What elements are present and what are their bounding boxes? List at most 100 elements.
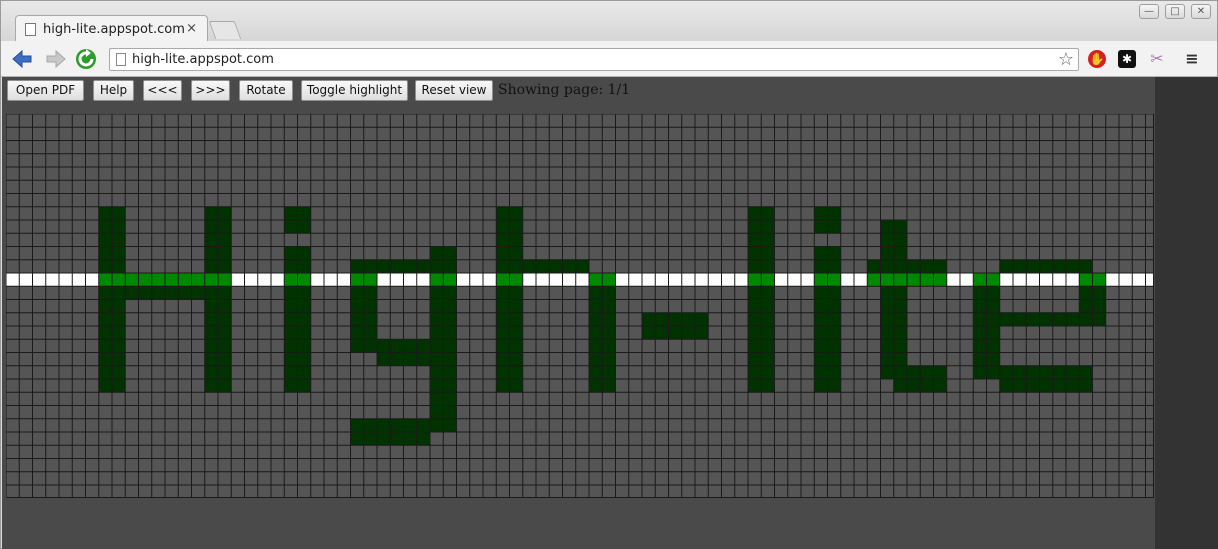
glyph-cell bbox=[1079, 259, 1093, 273]
tab-active[interactable]: high-lite.appspot.com × bbox=[15, 15, 208, 43]
glyph-cell bbox=[204, 379, 218, 393]
glyph-cell bbox=[403, 339, 417, 353]
glyph-cell bbox=[284, 286, 298, 300]
glyph-cell bbox=[973, 326, 987, 340]
glyph-cell bbox=[218, 286, 232, 300]
glyph-cell bbox=[814, 286, 828, 300]
glyph-cell bbox=[642, 326, 656, 340]
maximize-button[interactable]: □ bbox=[1165, 4, 1185, 19]
forward-button[interactable] bbox=[43, 47, 69, 71]
glyph-cell bbox=[893, 273, 907, 287]
glyph-cell bbox=[589, 273, 603, 287]
page-favicon-icon bbox=[25, 23, 36, 36]
highlight-cell bbox=[1145, 273, 1154, 287]
glyph-cell bbox=[893, 379, 907, 393]
glyph-cell bbox=[999, 365, 1013, 379]
rotate-button[interactable]: Rotate bbox=[239, 80, 293, 101]
glyph-cell bbox=[496, 299, 510, 313]
reload-button[interactable] bbox=[74, 47, 100, 71]
adblock-extension-icon[interactable]: ✋ bbox=[1088, 50, 1106, 68]
back-button[interactable] bbox=[11, 47, 37, 71]
glyph-cell bbox=[297, 379, 311, 393]
tools-extension-icon[interactable]: ✂ bbox=[1148, 50, 1166, 68]
highlight-cell bbox=[45, 273, 59, 287]
glyph-cell bbox=[443, 312, 457, 326]
glyph-cell bbox=[827, 259, 841, 273]
prev-page-button[interactable]: <<< bbox=[143, 80, 182, 101]
glyph-cell bbox=[98, 233, 112, 247]
glyph-cell bbox=[761, 326, 775, 340]
glyph-cell bbox=[814, 312, 828, 326]
reload-icon bbox=[76, 49, 96, 69]
next-page-button[interactable]: >>> bbox=[191, 80, 230, 101]
address-bar[interactable]: high-lite.appspot.com ☆ bbox=[109, 48, 1079, 71]
glyph-cell bbox=[165, 273, 179, 287]
highlight-cell bbox=[390, 273, 404, 287]
tab-close-icon[interactable]: × bbox=[186, 21, 197, 36]
glyph-cell bbox=[284, 379, 298, 393]
glyph-cell bbox=[602, 379, 616, 393]
highlight-cell bbox=[310, 273, 324, 287]
glyph-cell bbox=[430, 299, 444, 313]
glyph-cell bbox=[695, 326, 709, 340]
close-window-button[interactable]: ✕ bbox=[1191, 4, 1211, 19]
help-button[interactable]: Help bbox=[93, 80, 134, 101]
glyph-cell bbox=[284, 312, 298, 326]
glyph-cell bbox=[880, 220, 894, 234]
glyph-cell bbox=[430, 312, 444, 326]
glyph-cell bbox=[893, 286, 907, 300]
highlight-cell bbox=[721, 273, 735, 287]
glyph-cell bbox=[509, 339, 523, 353]
highlight-cell bbox=[575, 273, 589, 287]
glyph-cell bbox=[536, 259, 550, 273]
browser-window: high-lite.appspot.com × — □ ✕ high-lite.… bbox=[0, 0, 1218, 549]
glyph-cell bbox=[430, 379, 444, 393]
menu-icon[interactable]: ≡ bbox=[1183, 50, 1201, 68]
glyph-cell bbox=[390, 339, 404, 353]
glyph-cell bbox=[827, 273, 841, 287]
glyph-cell bbox=[218, 379, 232, 393]
bookmark-star-icon[interactable]: ☆ bbox=[1058, 49, 1074, 70]
highlight-cell bbox=[32, 273, 46, 287]
glyph-cell bbox=[814, 259, 828, 273]
glyph-cell bbox=[297, 246, 311, 260]
glyph-cell bbox=[178, 286, 192, 300]
glyph-cell bbox=[218, 365, 232, 379]
glyph-cell bbox=[589, 352, 603, 366]
glyph-cell bbox=[204, 259, 218, 273]
document-canvas[interactable] bbox=[6, 114, 1154, 498]
glyph-cell bbox=[509, 299, 523, 313]
glyph-cell bbox=[284, 326, 298, 340]
glyph-cell bbox=[363, 259, 377, 273]
glyph-cell bbox=[509, 286, 523, 300]
minimize-button[interactable]: — bbox=[1139, 4, 1159, 19]
highlight-cell bbox=[1039, 273, 1053, 287]
glyph-cell bbox=[204, 273, 218, 287]
glyph-cell bbox=[1079, 365, 1093, 379]
glyph-cell bbox=[98, 352, 112, 366]
glyph-cell bbox=[814, 339, 828, 353]
glyph-cell bbox=[350, 273, 364, 287]
toggle-highlight-button[interactable]: Toggle highlight bbox=[301, 80, 408, 101]
glyph-cell bbox=[748, 246, 762, 260]
glyph-cell bbox=[284, 273, 298, 287]
reset-view-button[interactable]: Reset view bbox=[415, 80, 493, 101]
glyph-cell bbox=[377, 259, 391, 273]
glyph-cell bbox=[986, 299, 1000, 313]
glyph-cell bbox=[668, 326, 682, 340]
glyph-cell bbox=[98, 312, 112, 326]
glyph-cell bbox=[204, 246, 218, 260]
glyph-cell bbox=[125, 273, 139, 287]
glyph-cell bbox=[443, 405, 457, 419]
glyph-cell bbox=[297, 286, 311, 300]
new-tab-button[interactable] bbox=[208, 21, 242, 39]
glyph-cell bbox=[549, 259, 563, 273]
highlight-cell bbox=[549, 273, 563, 287]
glyph-cell bbox=[602, 326, 616, 340]
open-pdf-button[interactable]: Open PDF bbox=[7, 80, 84, 101]
asterisk-extension-icon[interactable]: ✱ bbox=[1118, 50, 1136, 68]
glyph-cell bbox=[748, 286, 762, 300]
glyph-cell bbox=[748, 365, 762, 379]
glyph-cell bbox=[112, 326, 126, 340]
glyph-cell bbox=[933, 259, 947, 273]
